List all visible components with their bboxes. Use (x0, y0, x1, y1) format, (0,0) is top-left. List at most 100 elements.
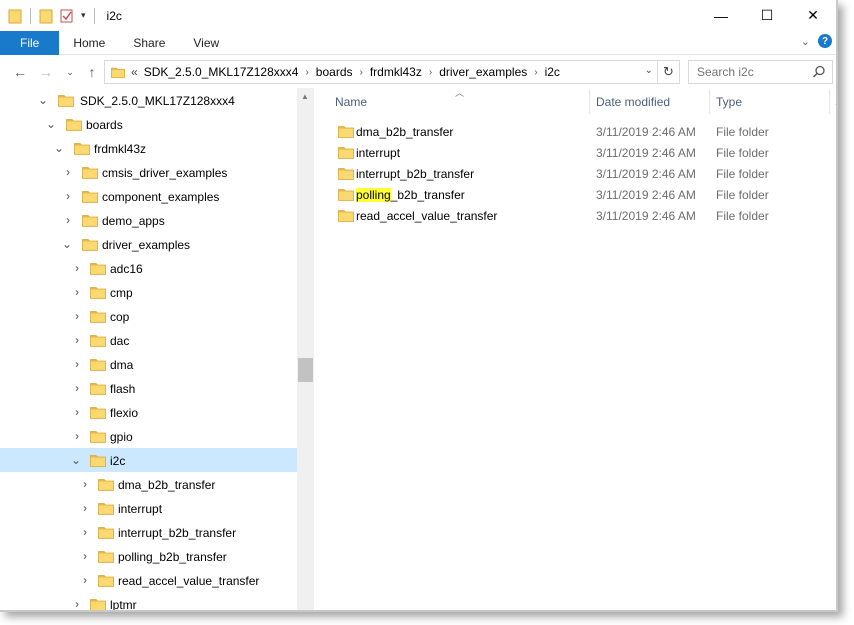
tree-item[interactable]: › interrupt (0, 496, 297, 520)
chevron-right-icon[interactable]: › (80, 477, 90, 491)
help-icon[interactable]: ? (818, 34, 832, 48)
tree-item-label: dma_b2b_transfer (118, 478, 216, 492)
tab-file[interactable]: File (0, 30, 60, 55)
chevron-right-icon[interactable]: › (72, 405, 82, 419)
tree-item[interactable]: › interrupt_b2b_transfer (0, 520, 297, 544)
new-folder-icon[interactable] (39, 8, 53, 24)
chevron-right-icon[interactable]: › (72, 597, 82, 610)
tree-item[interactable]: › flexio (0, 400, 297, 424)
back-arrow-icon[interactable]: ← (8, 60, 32, 84)
minimize-button[interactable]: — (698, 0, 744, 31)
overflow-breadcrumb-icon[interactable]: « (131, 65, 138, 79)
refresh-icon[interactable]: ↻ (657, 61, 679, 83)
column-divider[interactable] (589, 90, 590, 114)
tree-item[interactable]: ⌄ boards (0, 112, 297, 136)
address-dropdown-chevron-icon[interactable]: ⌄ (645, 65, 653, 76)
chevron-right-icon[interactable]: › (534, 67, 537, 78)
chevron-right-icon[interactable]: › (72, 333, 82, 347)
chevron-down-icon[interactable]: ⌄ (62, 237, 72, 251)
folder-icon (66, 117, 82, 131)
tree-item[interactable]: › dac (0, 328, 297, 352)
chevron-down-icon[interactable]: ⌄ (38, 93, 48, 107)
chevron-right-icon[interactable]: › (80, 501, 90, 515)
chevron-right-icon[interactable]: › (360, 67, 363, 78)
folder-icon (90, 285, 106, 299)
breadcrumb-frdmkl43z[interactable]: frdmkl43z (370, 65, 422, 79)
chevron-down-icon[interactable]: ⌄ (71, 453, 81, 467)
chevron-down-icon[interactable]: ⌄ (54, 141, 64, 155)
tab-share[interactable]: Share (119, 31, 179, 55)
file-row[interactable]: interrupt_b2b_transfer 3/11/2019 2:46 AM… (314, 163, 834, 184)
folder-icon (98, 477, 114, 491)
column-divider[interactable] (829, 90, 830, 114)
close-button[interactable]: ✕ (790, 0, 836, 31)
breadcrumb-i2c[interactable]: i2c (545, 65, 560, 79)
search-box[interactable] (688, 60, 833, 84)
column-header-date-modified[interactable]: Date modified (596, 95, 670, 109)
tree-item[interactable]: › gpio (0, 424, 297, 448)
chevron-right-icon[interactable]: › (305, 67, 308, 78)
chevron-right-icon[interactable]: › (72, 429, 82, 443)
column-divider[interactable] (709, 90, 710, 114)
tree-item[interactable]: › flash (0, 376, 297, 400)
tree-item-label: cmp (110, 286, 133, 300)
file-row[interactable]: polling_b2b_transfer 3/11/2019 2:46 AM F… (314, 184, 834, 205)
chevron-right-icon[interactable]: › (63, 213, 73, 227)
chevron-right-icon[interactable]: › (72, 285, 82, 299)
nav-pane-scrollbar[interactable]: ▲ (297, 88, 314, 610)
folder-icon (90, 261, 106, 275)
address-bar[interactable]: « SDK_2.5.0_MKL17Z128xxx4 › boards › frd… (104, 60, 680, 84)
tree-item[interactable]: › lptmr (0, 592, 297, 610)
chevron-right-icon[interactable]: › (72, 261, 82, 275)
search-input[interactable] (697, 65, 807, 79)
up-arrow-icon[interactable]: ↑ (80, 60, 104, 84)
file-row[interactable]: interrupt 3/11/2019 2:46 AM File folder (314, 142, 834, 163)
chevron-right-icon[interactable]: › (429, 67, 432, 78)
chevron-right-icon[interactable]: › (80, 549, 90, 563)
chevron-right-icon[interactable]: › (72, 357, 82, 371)
tree-item[interactable]: › component_examples (0, 184, 297, 208)
expand-ribbon-chevron-icon[interactable]: ⌄ (801, 35, 810, 48)
tree-item[interactable]: › dma_b2b_transfer (0, 472, 297, 496)
tree-item[interactable]: › read_accel_value_transfer (0, 568, 297, 592)
recent-locations-chevron-icon[interactable]: ⌄ (58, 60, 82, 84)
tree-item[interactable]: › dma (0, 352, 297, 376)
navigation-bar: ← → ⌄ ↑ « SDK_2.5.0_MKL17Z128xxx4 › boar… (0, 56, 836, 88)
breadcrumb-sdk[interactable]: SDK_2.5.0_MKL17Z128xxx4 (144, 65, 299, 79)
tree-item[interactable]: › cmsis_driver_examples (0, 160, 297, 184)
forward-arrow-icon[interactable]: → (34, 60, 58, 84)
file-row[interactable]: read_accel_value_transfer 3/11/2019 2:46… (314, 205, 834, 226)
chevron-down-icon[interactable]: ⌄ (46, 117, 56, 131)
search-icon[interactable] (812, 65, 826, 79)
chevron-right-icon[interactable]: › (72, 381, 82, 395)
tree-item[interactable]: › polling_b2b_transfer (0, 544, 297, 568)
customize-toolbar-dropdown-icon[interactable]: ▾ (81, 10, 86, 21)
column-header-type[interactable]: Type (716, 95, 742, 109)
tree-item[interactable]: ⌄ driver_examples (0, 232, 297, 256)
file-row[interactable]: dma_b2b_transfer 3/11/2019 2:46 AM File … (314, 121, 834, 142)
chevron-right-icon[interactable]: › (72, 309, 82, 323)
chevron-right-icon[interactable]: › (63, 165, 73, 179)
file-name: polling_b2b_transfer (356, 188, 465, 202)
tree-item[interactable]: › adc16 (0, 256, 297, 280)
maximize-button[interactable]: ☐ (744, 0, 790, 31)
tab-home[interactable]: Home (59, 31, 119, 55)
breadcrumb-driver-examples[interactable]: driver_examples (439, 65, 527, 79)
tree-item[interactable]: › demo_apps (0, 208, 297, 232)
toolbar-separator (30, 7, 31, 24)
tree-item[interactable]: › cop (0, 304, 297, 328)
tree-item-selected[interactable]: ⌄ i2c (0, 448, 297, 472)
column-header-size[interactable]: S (835, 95, 836, 109)
column-header-name[interactable]: Name (335, 95, 367, 109)
tab-view[interactable]: View (179, 31, 233, 55)
chevron-right-icon[interactable]: › (80, 525, 90, 539)
chevron-right-icon[interactable]: › (80, 573, 90, 587)
tree-item[interactable]: ⌄ SDK_2.5.0_MKL17Z128xxx4 (0, 88, 297, 112)
chevron-right-icon[interactable]: › (63, 189, 73, 203)
properties-icon[interactable] (59, 8, 75, 24)
tree-item[interactable]: ⌄ frdmkl43z (0, 136, 297, 160)
tree-item[interactable]: › cmp (0, 280, 297, 304)
scroll-up-arrow-icon[interactable]: ▲ (301, 92, 309, 101)
breadcrumb-boards[interactable]: boards (316, 65, 353, 79)
scrollbar-thumb[interactable] (298, 358, 313, 382)
